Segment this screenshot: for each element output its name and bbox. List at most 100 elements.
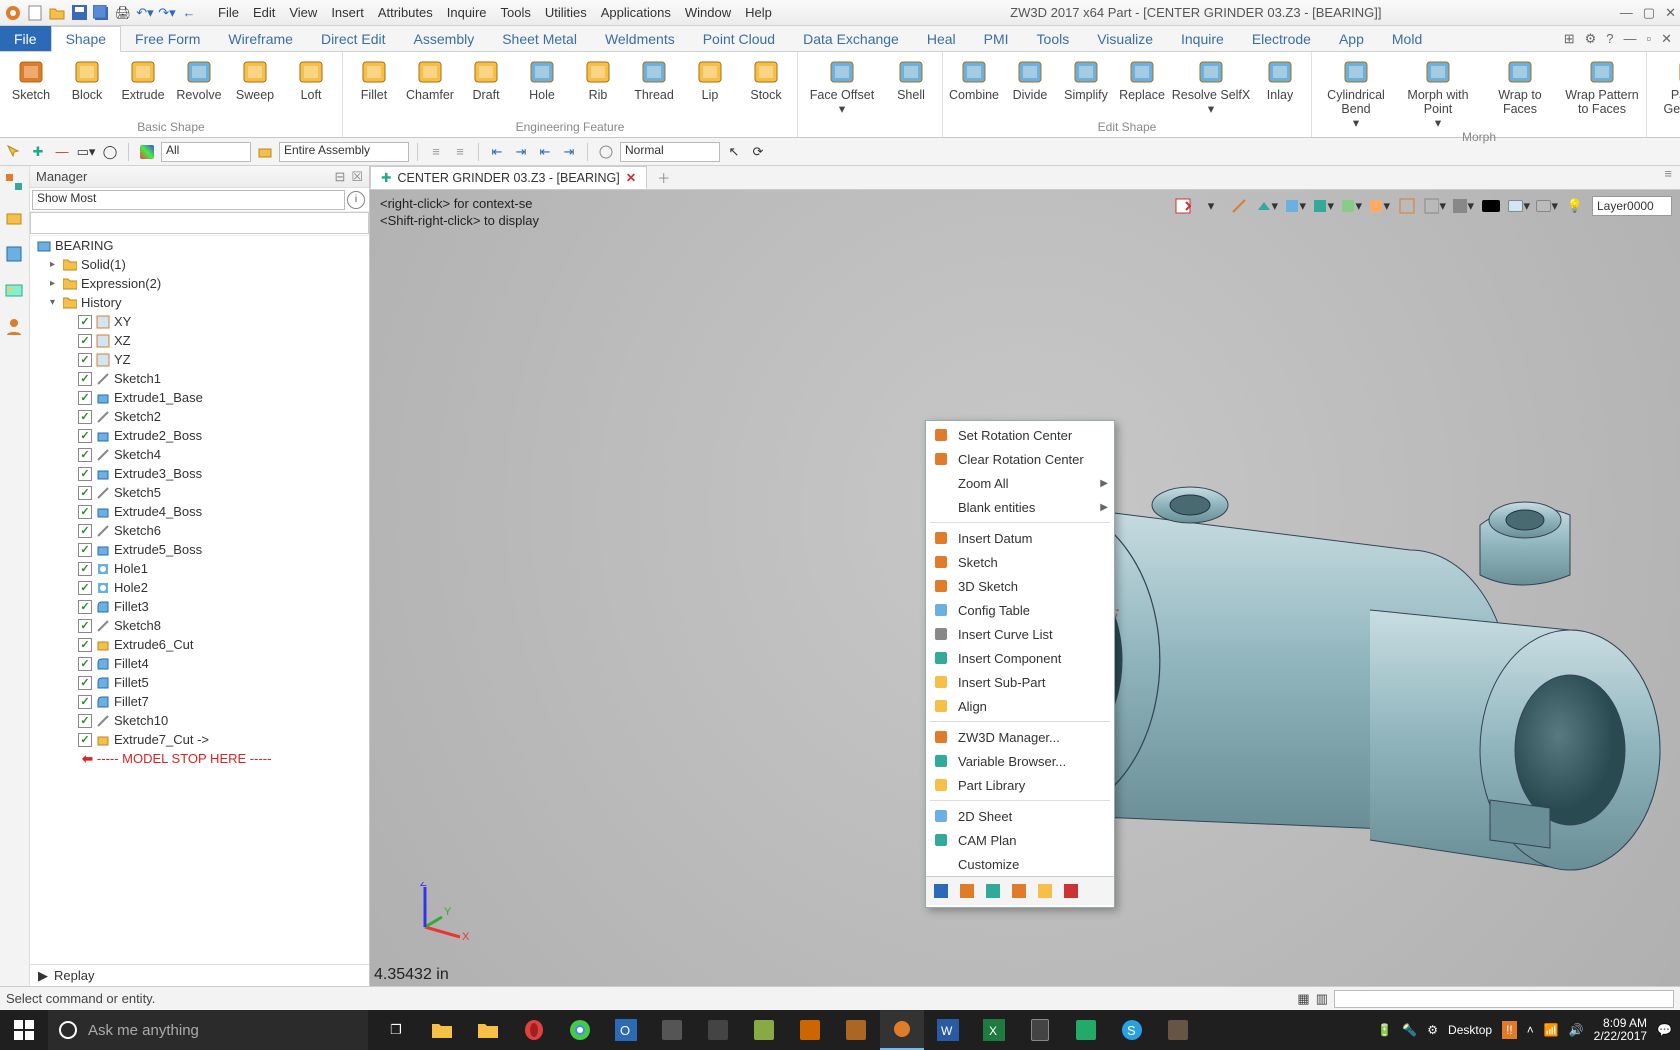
tree-node[interactable]: ✓Extrude3_Boss xyxy=(30,464,369,483)
save-all-icon[interactable] xyxy=(92,4,110,22)
tree-node[interactable]: ✓Fillet7 xyxy=(30,692,369,711)
wrap-to-faces-button[interactable]: Wrap to Faces xyxy=(1480,54,1560,117)
redo-icon[interactable]: ↷▾ xyxy=(158,4,176,22)
ctx-cam-plan[interactable]: CAM Plan xyxy=(926,828,1114,852)
hole-button[interactable]: Hole xyxy=(515,54,569,117)
app5-icon[interactable] xyxy=(834,1010,878,1050)
tray-clock[interactable]: 8:09 AM2/22/2017 xyxy=(1594,1017,1647,1043)
tree-node[interactable]: ▾History xyxy=(30,293,369,312)
explorer-icon[interactable] xyxy=(420,1010,464,1050)
menu-view[interactable]: View xyxy=(289,5,317,20)
tab-electrode[interactable]: Electrode xyxy=(1238,26,1325,51)
options-icon[interactable]: ⊞ xyxy=(1564,31,1575,47)
tree-node[interactable]: ✓Hole1 xyxy=(30,559,369,578)
block-button[interactable]: Block xyxy=(60,54,114,117)
manager-search-input[interactable] xyxy=(30,212,369,234)
tree-node[interactable]: ✓Sketch2 xyxy=(30,407,369,426)
morph-with-point--button[interactable]: Morph with Point ▾ xyxy=(1398,54,1478,130)
tree-node[interactable]: ✓Hole2 xyxy=(30,578,369,597)
tree-node[interactable]: ✓XZ xyxy=(30,331,369,350)
tree-node[interactable]: ✓Sketch6 xyxy=(30,521,369,540)
menu-attributes[interactable]: Attributes xyxy=(378,5,433,20)
excel-icon[interactable]: X xyxy=(972,1010,1016,1050)
ctx-insert-curve-list[interactable]: Insert Curve List xyxy=(926,622,1114,646)
print-icon[interactable]: 🖨 xyxy=(114,4,132,22)
ctx-config-table[interactable]: Config Table xyxy=(926,598,1114,622)
vt-blue-icon[interactable]: ▾ xyxy=(1508,195,1530,217)
strip-assy-icon[interactable] xyxy=(4,208,26,230)
close-tab-icon[interactable]: ✕ xyxy=(626,170,636,185)
vt-win2-icon[interactable]: ▾ xyxy=(1424,195,1446,217)
undo-icon[interactable]: ↶▾ xyxy=(136,4,154,22)
tray-icon[interactable]: 🔦 xyxy=(1402,1023,1417,1037)
pick-icon[interactable] xyxy=(4,142,24,162)
tab-visualize[interactable]: Visualize xyxy=(1083,26,1167,51)
ctx-zoom-all[interactable]: Zoom All▶ xyxy=(926,471,1114,495)
app1-icon[interactable] xyxy=(650,1010,694,1050)
close-icon[interactable]: ✕ xyxy=(1665,5,1676,21)
tab-tools[interactable]: Tools xyxy=(1023,26,1084,51)
skype-icon[interactable]: S xyxy=(1110,1010,1154,1050)
new-tab-icon[interactable]: ＋ xyxy=(647,166,680,189)
cylindrical-bend--button[interactable]: Cylindrical Bend ▾ xyxy=(1316,54,1396,130)
tree-node[interactable]: ✓Sketch10 xyxy=(30,711,369,730)
tray-desktop[interactable]: Desktop xyxy=(1448,1023,1492,1037)
filter-color-icon[interactable] xyxy=(137,142,157,162)
tree-node[interactable]: ✓Extrude6_Cut xyxy=(30,635,369,654)
zw3d-task-icon[interactable] xyxy=(880,1010,924,1050)
status-ico2[interactable]: ▥ xyxy=(1316,991,1328,1007)
tab-assembly[interactable]: Assembly xyxy=(400,26,489,51)
tab-weldments[interactable]: Weldments xyxy=(591,26,689,51)
tree-node[interactable]: ✓Sketch8 xyxy=(30,616,369,635)
ctx-foot-5[interactable] xyxy=(1059,880,1083,902)
menu-insert[interactable]: Insert xyxy=(331,5,364,20)
tray-vol-icon[interactable]: 🔊 xyxy=(1569,1023,1584,1037)
shell-button[interactable]: Shell xyxy=(884,54,938,117)
menu-utilities[interactable]: Utilities xyxy=(545,5,587,20)
manager-pin-icon[interactable]: ⊟ xyxy=(334,169,345,185)
snap1-icon[interactable]: ⇤ xyxy=(487,142,507,162)
outlook-icon[interactable]: O xyxy=(604,1010,648,1050)
tree-node[interactable]: ✓Fillet4 xyxy=(30,654,369,673)
tree-node[interactable]: ▸Solid(1) xyxy=(30,255,369,274)
tray-icon[interactable]: 🔋 xyxy=(1377,1023,1392,1037)
filter-remove-icon[interactable]: — xyxy=(52,142,72,162)
ctx-clear-rotation-center[interactable]: Clear Rotation Center xyxy=(926,447,1114,471)
align-l-icon[interactable]: ≡ xyxy=(426,142,446,162)
revolve-button[interactable]: Revolve xyxy=(172,54,226,117)
tray-net-icon[interactable]: 📶 xyxy=(1544,1023,1559,1037)
ctx-part-library[interactable]: Part Library xyxy=(926,773,1114,797)
home-icon[interactable]: ← xyxy=(180,4,198,22)
menu-edit[interactable]: Edit xyxy=(253,5,275,20)
tree-node[interactable]: ✓Extrude2_Boss xyxy=(30,426,369,445)
strip-visual-icon[interactable] xyxy=(4,280,26,302)
restore-icon[interactable]: ▫ xyxy=(1646,31,1651,46)
vt-shade4-icon[interactable]: ▾ xyxy=(1340,195,1362,217)
chamfer-button[interactable]: Chamfer xyxy=(403,54,457,117)
filter2-select[interactable]: Entire Assembly xyxy=(279,142,409,162)
mode-select[interactable]: Normal xyxy=(620,142,720,162)
open-icon[interactable] xyxy=(48,4,66,22)
ctx-variable-browser-[interactable]: Variable Browser... xyxy=(926,749,1114,773)
min-ribbon-icon[interactable]: — xyxy=(1623,31,1636,46)
strip-layers-icon[interactable] xyxy=(4,244,26,266)
strip-history-icon[interactable] xyxy=(4,172,26,194)
tree-root[interactable]: BEARING xyxy=(30,236,369,255)
ctx-foot-4[interactable] xyxy=(1033,880,1057,902)
save-icon[interactable] xyxy=(70,4,88,22)
app6-icon[interactable] xyxy=(1064,1010,1108,1050)
ctx-zw3d-manager-[interactable]: ZW3D Manager... xyxy=(926,725,1114,749)
loft-button[interactable]: Loft xyxy=(284,54,338,117)
tab-file[interactable]: File xyxy=(0,26,51,51)
draft-button[interactable]: Draft xyxy=(459,54,513,117)
tray-icon[interactable]: !! xyxy=(1502,1021,1517,1039)
app3-icon[interactable] xyxy=(742,1010,786,1050)
assembly-icon[interactable] xyxy=(255,142,275,162)
ctx-3d-sketch[interactable]: 3D Sketch xyxy=(926,574,1114,598)
vt-win3-icon[interactable]: ▾ xyxy=(1452,195,1474,217)
divide-button[interactable]: Divide xyxy=(1003,54,1057,117)
ctx-foot-3[interactable] xyxy=(1007,880,1031,902)
menu-help[interactable]: Help xyxy=(745,5,772,20)
filter-circ-icon[interactable]: ◯ xyxy=(100,142,120,162)
cortana-search[interactable]: Ask me anything xyxy=(48,1010,368,1050)
